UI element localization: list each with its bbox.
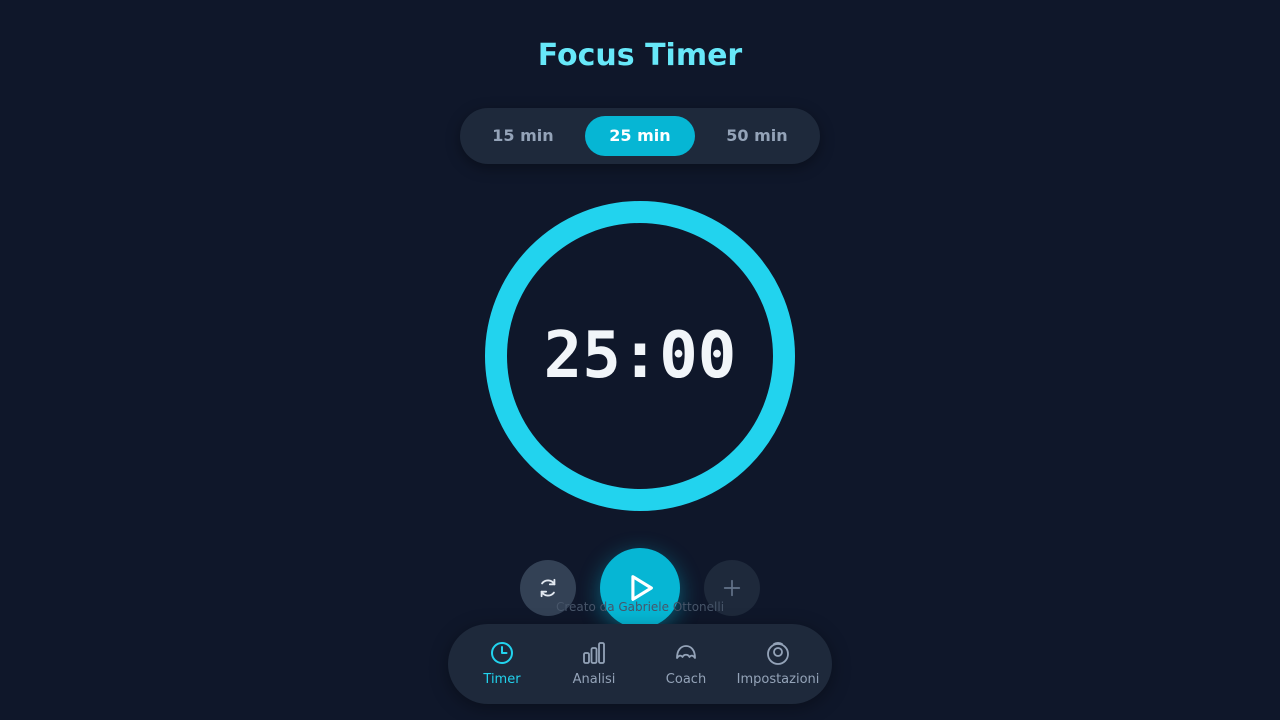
add-time-button[interactable]: [704, 560, 760, 616]
nav-label-timer: Timer: [483, 672, 521, 687]
settings-icon: [767, 641, 789, 665]
play-button[interactable]: [600, 548, 680, 628]
nav-label-coach: Coach: [665, 672, 707, 687]
timer-display: 25:00: [543, 319, 737, 393]
nav-item-timer[interactable]: Timer: [456, 624, 548, 704]
nav-item-coach[interactable]: Coach: [640, 624, 732, 704]
play-icon: [631, 575, 653, 601]
plus-icon: [723, 579, 741, 597]
app-root: Focus Timer 15 min 25 min 50 min 25:00 C…: [0, 0, 1280, 720]
bottom-nav: Timer Analisi Coach Impostazioni: [448, 624, 832, 704]
clock-icon: [491, 642, 513, 664]
preset-25-button[interactable]: 25 min: [585, 116, 695, 156]
duration-selector: 15 min 25 min 50 min: [460, 108, 820, 164]
reset-button[interactable]: [520, 560, 576, 616]
bar-chart-icon: [583, 642, 605, 664]
timer-ring: 25:00: [484, 200, 796, 512]
page-title: Focus Timer: [537, 38, 743, 73]
preset-50-button[interactable]: 50 min: [702, 116, 812, 156]
coach-icon: [676, 645, 696, 659]
preset-15-button[interactable]: 15 min: [468, 116, 578, 156]
nav-label-analisi: Analisi: [572, 672, 616, 687]
reset-icon: [540, 578, 556, 598]
nav-label-impostazioni: Impostazioni: [736, 672, 820, 687]
nav-item-impostazioni[interactable]: Impostazioni: [732, 624, 824, 704]
nav-item-analisi[interactable]: Analisi: [548, 624, 640, 704]
